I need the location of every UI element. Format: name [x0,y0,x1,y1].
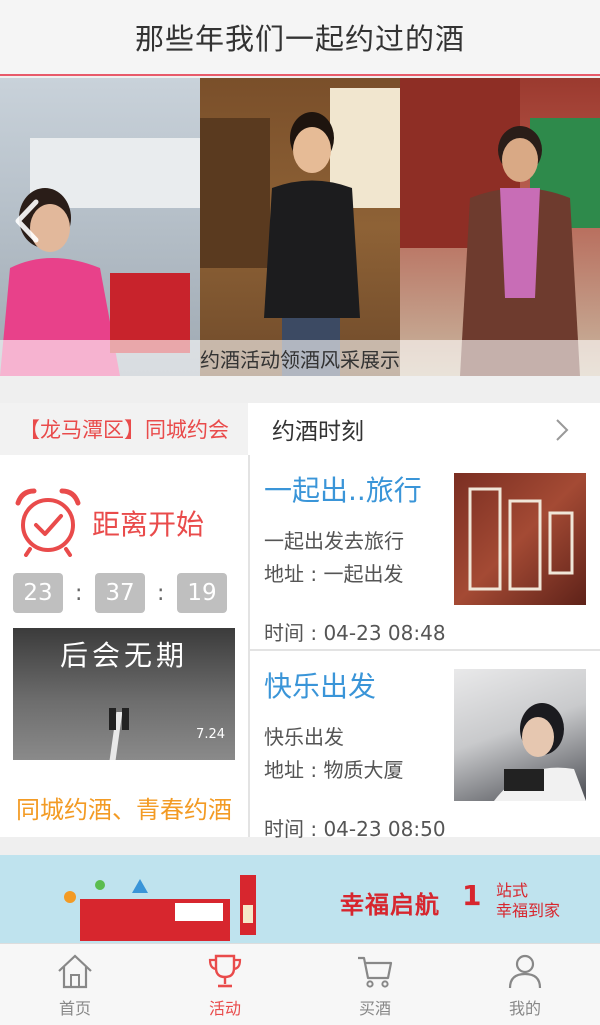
event-address: 地址 : 物质大厦 [264,758,404,782]
promo-subtitle-line1: 站式 [496,881,529,900]
tab-mine[interactable]: 我的 [450,944,600,1025]
page-title: 那些年我们一起约过的酒 [134,22,465,56]
local-meetup-header[interactable]: 【龙马潭区】同城约会 [0,403,248,455]
event-thumbnail [454,473,586,605]
event-thumbnail [454,669,586,801]
tab-activity-label: 活动 [208,998,241,1018]
poster-title: 后会无期 [59,639,188,672]
tab-buy-label: 买酒 [358,998,391,1018]
event-title: 快乐出发 [264,670,377,703]
event-time: 时间 : 04-23 08:48 [264,621,446,645]
countdown-separator: : [75,581,83,606]
photo-carousel[interactable]: 约酒活动领酒风采展示 [0,78,600,376]
activity-panel: 【龙马潭区】同城约会 约酒时刻 距离开始 23 : 37 : 19 后会无期 7… [0,403,600,841]
countdown-separator: : [157,581,165,606]
carousel-photo-3 [400,78,600,376]
carousel-photo-2 [200,78,400,376]
carousel-caption: 约酒活动领酒风采展示 [0,340,600,376]
event-card[interactable]: 一起出..旅行 一起出发去旅行 地址 : 一起出发 时间 : 04-23 08:… [250,455,600,649]
alarm-clock-icon [15,488,81,557]
promo-brand: 幸福启航 [340,891,440,919]
tab-home[interactable]: 首页 [0,944,150,1025]
page-header: 那些年我们一起约过的酒 [0,0,600,76]
countdown-hours: 23 [13,573,63,613]
countdown-minutes: 37 [95,573,145,613]
cart-icon [358,956,393,988]
event-poster[interactable]: 后会无期 7.24 [13,628,235,760]
user-icon [508,954,542,988]
poster-figures [109,708,129,730]
tab-activity[interactable]: 活动 [150,944,300,1025]
carousel-prev-icon[interactable] [10,196,44,246]
event-time: 时间 : 04-23 08:50 [264,817,446,841]
countdown-seconds: 19 [177,573,227,613]
drinking-moments-title: 约酒时刻 [272,419,364,445]
event-description: 一起出发去旅行 [264,529,404,553]
slogan-text: 同城约酒、青春约酒 [16,796,232,824]
home-icon [58,953,92,988]
tab-home-label: 首页 [58,998,91,1018]
promo-number: 1 [462,879,482,912]
event-description: 快乐出发 [264,725,344,749]
countdown-label: 距离开始 [92,508,205,541]
drinking-moments-header[interactable]: 约酒时刻 [250,403,600,455]
event-card[interactable]: 快乐出发 快乐出发 地址 : 物质大厦 时间 : 04-23 08:50 [250,651,600,845]
promo-subtitle-line2: 幸福到家 [496,901,561,920]
promo-banner[interactable]: 幸福启航 1 站式 幸福到家 [0,855,600,943]
chevron-right-icon [556,419,569,441]
event-title: 一起出..旅行 [264,474,422,507]
promo-subtitle: 站式 幸福到家 [496,881,560,921]
trophy-icon [208,954,242,987]
poster-date: 7.24 [196,727,225,742]
event-address: 地址 : 一起出发 [264,562,404,586]
promo-graphic [64,875,256,941]
tab-buy[interactable]: 买酒 [300,944,450,1025]
tab-mine-label: 我的 [508,998,541,1018]
bottom-tab-bar: 首页 活动 买酒 我的 [0,943,600,1025]
